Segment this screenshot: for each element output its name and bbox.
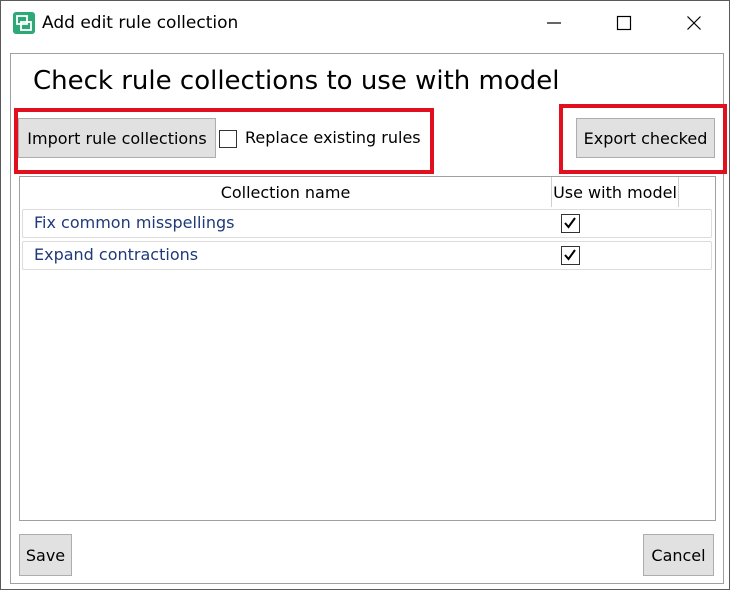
column-header-use-with-model[interactable]: Use with model <box>552 177 679 207</box>
dialog-window: Add edit rule collection Check rule coll… <box>0 0 730 590</box>
close-icon <box>687 16 701 30</box>
page-title: Check rule collections to use with model <box>33 66 560 96</box>
title-bar: Add edit rule collection <box>1 1 729 45</box>
highlight-box-export <box>559 104 727 174</box>
highlight-box-import <box>14 108 434 174</box>
checkmark-icon <box>564 217 576 229</box>
grid-header: Collection name Use with model <box>20 177 715 207</box>
app-icon <box>13 12 35 34</box>
window-title: Add edit rule collection <box>42 13 239 33</box>
save-button[interactable]: Save <box>19 534 72 576</box>
maximize-button[interactable] <box>589 1 659 45</box>
collection-name-cell: Expand contractions <box>34 245 199 264</box>
rule-collections-grid: Collection name Use with model Fix commo… <box>19 176 716 521</box>
use-with-model-checkbox[interactable] <box>561 246 580 265</box>
minimize-icon <box>547 22 561 24</box>
checkmark-icon <box>564 249 576 261</box>
cancel-button[interactable]: Cancel <box>643 534 714 576</box>
collection-name-cell: Fix common misspellings <box>34 213 235 232</box>
use-with-model-checkbox[interactable] <box>561 214 580 233</box>
dialog-content: Check rule collections to use with model… <box>10 53 727 584</box>
minimize-button[interactable] <box>519 1 589 45</box>
table-row[interactable]: Expand contractions <box>22 241 712 270</box>
maximize-icon <box>616 15 632 31</box>
column-header-collection-name[interactable]: Collection name <box>20 177 552 207</box>
close-button[interactable] <box>659 1 729 45</box>
table-row[interactable]: Fix common misspellings <box>22 209 712 238</box>
